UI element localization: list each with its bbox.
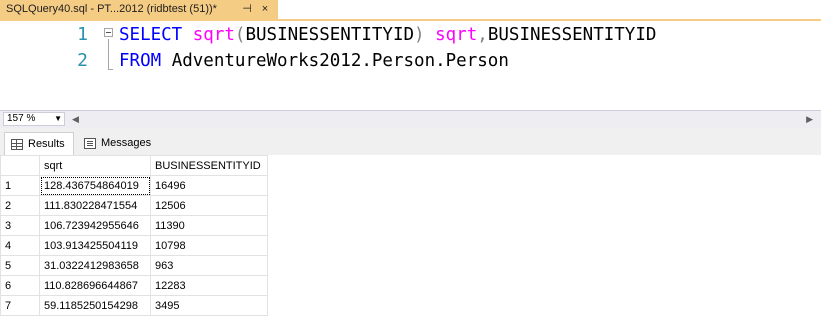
row-number[interactable]: 6: [0, 275, 40, 296]
cell-businessentityid[interactable]: 10798: [150, 235, 268, 256]
cell-sqrt[interactable]: 31.0322412983658: [39, 255, 151, 276]
table-row[interactable]: 4 103.913425504119 10798: [0, 235, 268, 256]
cell-businessentityid[interactable]: 12506: [150, 195, 268, 216]
row-number[interactable]: 1: [0, 175, 40, 196]
line-number: 2: [77, 50, 88, 71]
pin-icon[interactable]: ⊣: [240, 0, 254, 19]
line-number: 1: [77, 24, 88, 45]
outline-guide: [108, 39, 109, 69]
row-number[interactable]: 5: [0, 255, 40, 276]
scroll-left-icon[interactable]: ◀: [72, 114, 79, 124]
cell-businessentityid[interactable]: 3495: [150, 295, 268, 316]
column-name: BUSINESSENTITYID: [487, 25, 657, 45]
tab-messages[interactable]: Messages: [78, 132, 158, 155]
cell-sqrt[interactable]: 103.913425504119: [39, 235, 151, 256]
cell-sqrt[interactable]: 110.828696644867: [39, 275, 151, 296]
cell-businessentityid[interactable]: 963: [150, 255, 268, 276]
code-line-1[interactable]: SELECT sqrt(BUSINESSENTITYID) sqrt,BUSIN…: [119, 22, 656, 48]
grid-icon: [11, 139, 23, 150]
cell-businessentityid[interactable]: 16496: [150, 175, 268, 196]
cell-businessentityid[interactable]: 12283: [150, 275, 268, 296]
collapse-icon[interactable]: [104, 28, 113, 37]
horizontal-scrollbar[interactable]: ◀ ▶: [70, 114, 815, 124]
header-row: sqrt BUSINESSENTITYID: [0, 155, 268, 176]
table-row[interactable]: 7 59.1185250154298 3495: [0, 295, 268, 316]
keyword-from: FROM: [119, 51, 162, 71]
row-number[interactable]: 3: [0, 215, 40, 236]
messages-icon: [84, 138, 96, 149]
document-tab-bar: SQLQuery40.sql - PT...2012 (ridbtest (51…: [0, 0, 821, 19]
tab-results[interactable]: Results: [4, 132, 74, 155]
results-table: sqrt BUSINESSENTITYID 1 128.436754864019…: [0, 155, 268, 316]
results-tab-label: Results: [28, 138, 65, 150]
function-sqrt: sqrt: [192, 25, 235, 45]
column-name: BUSINESSENTITYID: [245, 25, 415, 45]
chevron-down-icon[interactable]: ▼: [54, 113, 62, 125]
row-number[interactable]: 7: [0, 295, 40, 316]
table-name: AdventureWorks2012.Person.Person: [171, 51, 509, 71]
corner-cell[interactable]: [0, 155, 40, 176]
messages-tab-label: Messages: [101, 137, 152, 149]
paren-open: (: [234, 25, 246, 45]
code-line-2[interactable]: FROM AdventureWorks2012.Person.Person: [119, 48, 509, 74]
keyword-select: SELECT: [119, 25, 183, 45]
zoom-bar: 157 % ▼ ◀ ▶: [0, 110, 821, 128]
query-editor[interactable]: 1 2 SELECT sqrt(BUSINESSENTITYID) sqrt,B…: [0, 21, 821, 110]
zoom-value: 157 %: [7, 113, 36, 124]
column-header-businessentityid[interactable]: BUSINESSENTITYID: [150, 155, 268, 176]
results-tab-strip: Results Messages: [0, 128, 821, 155]
column-header-sqrt[interactable]: sqrt: [39, 155, 151, 176]
cell-sqrt[interactable]: 111.830228471554: [39, 195, 151, 216]
cell-sqrt[interactable]: 106.723942955646: [39, 215, 151, 236]
query-document-tab[interactable]: SQLQuery40.sql - PT...2012 (ridbtest (51…: [0, 0, 278, 19]
paren-close: ): [414, 25, 425, 45]
cell-sqrt[interactable]: 128.436754864019: [39, 175, 151, 196]
table-row[interactable]: 2 111.830228471554 12506: [0, 195, 268, 216]
zoom-dropdown[interactable]: 157 % ▼: [3, 112, 65, 126]
table-row[interactable]: 5 31.0322412983658 963: [0, 255, 268, 276]
row-number[interactable]: 4: [0, 235, 40, 256]
column-alias: sqrt: [435, 25, 478, 45]
scroll-right-icon[interactable]: ▶: [806, 114, 813, 124]
cell-sqrt[interactable]: 59.1185250154298: [39, 295, 151, 316]
row-number[interactable]: 2: [0, 195, 40, 216]
results-grid[interactable]: sqrt BUSINESSENTITYID 1 128.436754864019…: [0, 155, 821, 316]
cell-businessentityid[interactable]: 11390: [150, 215, 268, 236]
table-row[interactable]: 1 128.436754864019 16496: [0, 175, 268, 196]
comma: ,: [477, 25, 488, 45]
table-row[interactable]: 6 110.828696644867 12283: [0, 275, 268, 296]
outline-guide-end: [108, 69, 113, 70]
query-tab-title: SQLQuery40.sql - PT...2012 (ridbtest (51…: [6, 3, 217, 15]
table-row[interactable]: 3 106.723942955646 11390: [0, 215, 268, 236]
close-icon[interactable]: ×: [258, 0, 272, 19]
